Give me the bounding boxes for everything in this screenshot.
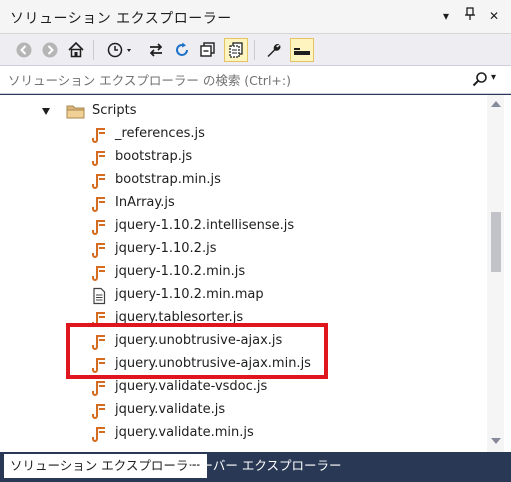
tree-file-item[interactable]: jquery.validate.min.js <box>0 422 487 445</box>
js-file-icon <box>90 172 108 190</box>
toolbar-separator <box>254 40 255 60</box>
back-icon[interactable] <box>12 38 36 62</box>
dropdown-arrow-icon[interactable]: ▾ <box>437 7 455 25</box>
pending-changes-filter-icon[interactable] <box>104 38 136 62</box>
js-file-icon <box>90 195 108 213</box>
js-file-icon <box>90 241 108 259</box>
js-file-icon <box>90 379 108 397</box>
panel-border <box>504 95 511 452</box>
tree-file-item[interactable]: _references.js <box>0 123 487 146</box>
file-label: jquery-1.10.2.min.js <box>115 264 246 279</box>
file-label: jquery.validate.min.js <box>115 425 254 440</box>
collapse-all-icon[interactable] <box>196 38 220 62</box>
window-title: ソリューション エクスプローラー <box>10 11 232 27</box>
tree-file-item[interactable]: bootstrap.min.js <box>0 169 487 192</box>
forward-icon[interactable] <box>38 38 62 62</box>
show-all-files-icon[interactable] <box>224 38 248 62</box>
highlight-box <box>66 323 328 379</box>
solution-explorer-window: ソリューション エクスプローラー ▾ ✕ ソリューション エクスプローラー の検… <box>0 0 511 482</box>
tree-folder-scripts[interactable]: Scripts <box>0 100 487 123</box>
tree-file-item[interactable]: jquery.validate.js <box>0 399 487 422</box>
pin-icon[interactable] <box>461 7 479 25</box>
search-options-dropdown-icon[interactable]: ▾ <box>491 72 496 83</box>
bottom-tab-bar: ソリューション エクスプローラー サーバー エクスプローラー <box>0 452 511 482</box>
file-label: jquery-1.10.2.js <box>115 241 217 256</box>
js-file-icon <box>90 126 108 144</box>
js-file-icon <box>90 425 108 443</box>
toolbar-separator <box>93 40 94 60</box>
file-label: jquery.validate-vsdoc.js <box>115 379 268 394</box>
search-icon[interactable] <box>472 71 488 91</box>
search-bar: ▾ <box>0 66 511 94</box>
tree-file-item[interactable]: InArray.js <box>0 192 487 215</box>
search-input[interactable] <box>8 70 458 90</box>
tree-file-item[interactable]: jquery-1.10.2.min.map <box>0 284 487 307</box>
expanded-arrow-icon[interactable] <box>42 108 50 115</box>
file-label: jquery-1.10.2.intellisense.js <box>115 218 295 233</box>
title-bar: ソリューション エクスプローラー ▾ ✕ <box>0 0 511 34</box>
tab-server-explorer[interactable]: サーバー エクスプローラー <box>182 454 347 478</box>
text-file-icon <box>90 287 108 305</box>
js-file-icon <box>90 402 108 420</box>
js-file-icon <box>90 264 108 282</box>
vertical-scrollbar[interactable] <box>487 95 504 452</box>
file-label: InArray.js <box>115 195 175 210</box>
solution-tree: Scripts _references.js bootstrap.js bootst… <box>0 95 487 452</box>
file-label: jquery-1.10.2.min.map <box>115 287 264 302</box>
preview-selected-items-icon[interactable] <box>290 38 314 62</box>
refresh-icon[interactable] <box>170 38 194 62</box>
scrollbar-thumb[interactable] <box>491 212 501 272</box>
scroll-up-arrow-icon[interactable] <box>491 101 501 107</box>
toolbar <box>0 34 511 66</box>
tree-file-item[interactable]: jquery-1.10.2.js <box>0 238 487 261</box>
tree-file-item[interactable]: bootstrap.js <box>0 146 487 169</box>
scroll-down-arrow-icon[interactable] <box>491 438 501 444</box>
close-icon[interactable]: ✕ <box>485 7 503 25</box>
properties-wrench-icon[interactable] <box>262 38 286 62</box>
file-label: jquery.validate.js <box>115 402 226 417</box>
tree-file-item[interactable]: jquery-1.10.2.min.js <box>0 261 487 284</box>
js-file-icon <box>90 149 108 167</box>
home-icon[interactable] <box>64 38 88 62</box>
file-label: bootstrap.js <box>115 149 193 164</box>
tab-solution-explorer[interactable]: ソリューション エクスプローラー <box>4 454 207 478</box>
folder-label: Scripts <box>92 103 137 118</box>
sync-with-active-document-icon[interactable] <box>144 38 168 62</box>
tree-file-item[interactable]: jquery.validate-vsdoc.js <box>0 376 487 399</box>
file-label: bootstrap.min.js <box>115 172 221 187</box>
folder-icon <box>66 103 85 121</box>
file-label: _references.js <box>115 126 205 141</box>
tree-file-item[interactable]: jquery-1.10.2.intellisense.js <box>0 215 487 238</box>
js-file-icon <box>90 218 108 236</box>
